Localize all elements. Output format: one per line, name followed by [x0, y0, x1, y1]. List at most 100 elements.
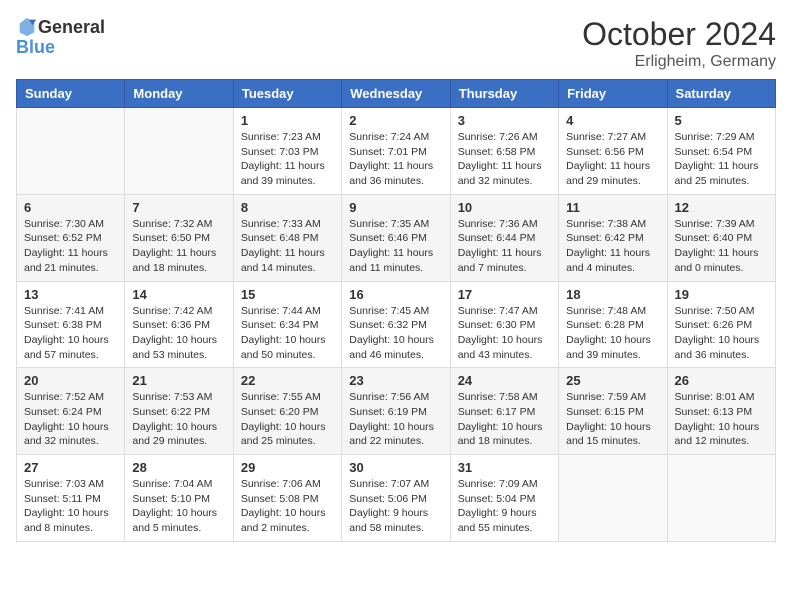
calendar-cell: 5 Sunrise: 7:29 AM Sunset: 6:54 PM Daylig… — [667, 108, 775, 195]
weekday-header-friday: Friday — [559, 80, 667, 108]
day-info: Sunrise: 7:55 AM Sunset: 6:20 PM Dayligh… — [241, 390, 334, 449]
weekday-header-monday: Monday — [125, 80, 233, 108]
day-number: 2 — [349, 113, 442, 128]
day-number: 20 — [24, 373, 117, 388]
location-title: Erligheim, Germany — [582, 53, 776, 71]
calendar-cell: 4 Sunrise: 7:27 AM Sunset: 6:56 PM Daylig… — [559, 108, 667, 195]
day-number: 15 — [241, 287, 334, 302]
day-number: 5 — [675, 113, 768, 128]
day-info: Sunrise: 7:04 AM Sunset: 5:10 PM Dayligh… — [132, 477, 225, 536]
day-info: Sunrise: 7:44 AM Sunset: 6:34 PM Dayligh… — [241, 304, 334, 363]
day-number: 1 — [241, 113, 334, 128]
weekday-header-saturday: Saturday — [667, 80, 775, 108]
calendar-week-5: 27 Sunrise: 7:03 AM Sunset: 5:11 PM Dayli… — [17, 455, 776, 542]
day-info: Sunrise: 7:42 AM Sunset: 6:36 PM Dayligh… — [132, 304, 225, 363]
day-info: Sunrise: 7:29 AM Sunset: 6:54 PM Dayligh… — [675, 130, 768, 189]
day-info: Sunrise: 7:41 AM Sunset: 6:38 PM Dayligh… — [24, 304, 117, 363]
day-number: 23 — [349, 373, 442, 388]
day-info: Sunrise: 7:58 AM Sunset: 6:17 PM Dayligh… — [458, 390, 551, 449]
day-number: 19 — [675, 287, 768, 302]
calendar-week-1: 1 Sunrise: 7:23 AM Sunset: 7:03 PM Daylig… — [17, 108, 776, 195]
calendar-cell: 12Sunrise: 7:39 AM Sunset: 6:40 PM Dayli… — [667, 194, 775, 281]
logo-blue-text: Blue — [16, 38, 55, 56]
day-info: Sunrise: 7:06 AM Sunset: 5:08 PM Dayligh… — [241, 477, 334, 536]
calendar-cell — [125, 108, 233, 195]
calendar-cell: 30Sunrise: 7:07 AM Sunset: 5:06 PM Dayli… — [342, 455, 450, 542]
day-number: 8 — [241, 200, 334, 215]
calendar-cell: 14 Sunrise: 7:42 AM Sunset: 6:36 PM Dayli… — [125, 281, 233, 368]
day-number: 13 — [24, 287, 117, 302]
day-number: 14 — [132, 287, 225, 302]
day-info: Sunrise: 7:59 AM Sunset: 6:15 PM Dayligh… — [566, 390, 659, 449]
calendar-cell: 23Sunrise: 7:56 AM Sunset: 6:19 PM Dayli… — [342, 368, 450, 455]
day-info: Sunrise: 7:32 AM Sunset: 6:50 PM Dayligh… — [132, 217, 225, 276]
day-number: 21 — [132, 373, 225, 388]
day-number: 22 — [241, 373, 334, 388]
page-header: General Blue October 2024 Erligheim, Ger… — [16, 16, 776, 71]
calendar-week-4: 20 Sunrise: 7:52 AM Sunset: 6:24 PM Dayli… — [17, 368, 776, 455]
calendar-cell: 15 Sunrise: 7:44 AM Sunset: 6:34 PM Dayli… — [233, 281, 341, 368]
calendar-cell: 19 Sunrise: 7:50 AM Sunset: 6:26 PM Dayli… — [667, 281, 775, 368]
calendar-week-2: 6Sunrise: 7:30 AM Sunset: 6:52 PM Daylig… — [17, 194, 776, 281]
day-info: Sunrise: 7:33 AM Sunset: 6:48 PM Dayligh… — [241, 217, 334, 276]
day-number: 29 — [241, 460, 334, 475]
calendar-cell: 11Sunrise: 7:38 AM Sunset: 6:42 PM Dayli… — [559, 194, 667, 281]
day-number: 25 — [566, 373, 659, 388]
logo-general-text: General — [38, 18, 105, 36]
day-info: Sunrise: 7:52 AM Sunset: 6:24 PM Dayligh… — [24, 390, 117, 449]
day-info: Sunrise: 7:23 AM Sunset: 7:03 PM Dayligh… — [241, 130, 334, 189]
day-number: 17 — [458, 287, 551, 302]
weekday-header-sunday: Sunday — [17, 80, 125, 108]
day-info: Sunrise: 7:03 AM Sunset: 5:11 PM Dayligh… — [24, 477, 117, 536]
day-info: Sunrise: 7:24 AM Sunset: 7:01 PM Dayligh… — [349, 130, 442, 189]
logo: General Blue — [16, 16, 105, 56]
day-number: 11 — [566, 200, 659, 215]
calendar-week-3: 13 Sunrise: 7:41 AM Sunset: 6:38 PM Dayli… — [17, 281, 776, 368]
weekday-header-row: SundayMondayTuesdayWednesdayThursdayFrid… — [17, 80, 776, 108]
day-info: Sunrise: 7:53 AM Sunset: 6:22 PM Dayligh… — [132, 390, 225, 449]
day-number: 28 — [132, 460, 225, 475]
weekday-header-tuesday: Tuesday — [233, 80, 341, 108]
day-info: Sunrise: 7:36 AM Sunset: 6:44 PM Dayligh… — [458, 217, 551, 276]
calendar-cell: 17 Sunrise: 7:47 AM Sunset: 6:30 PM Dayli… — [450, 281, 558, 368]
calendar-cell: 13 Sunrise: 7:41 AM Sunset: 6:38 PM Dayli… — [17, 281, 125, 368]
day-info: Sunrise: 7:45 AM Sunset: 6:32 PM Dayligh… — [349, 304, 442, 363]
day-info: Sunrise: 7:09 AM Sunset: 5:04 PM Dayligh… — [458, 477, 551, 536]
weekday-header-wednesday: Wednesday — [342, 80, 450, 108]
calendar-cell: 6Sunrise: 7:30 AM Sunset: 6:52 PM Daylig… — [17, 194, 125, 281]
day-info: Sunrise: 7:35 AM Sunset: 6:46 PM Dayligh… — [349, 217, 442, 276]
calendar-cell: 31Sunrise: 7:09 AM Sunset: 5:04 PM Dayli… — [450, 455, 558, 542]
calendar-cell: 20 Sunrise: 7:52 AM Sunset: 6:24 PM Dayli… — [17, 368, 125, 455]
day-number: 9 — [349, 200, 442, 215]
calendar-cell: 29 Sunrise: 7:06 AM Sunset: 5:08 PM Dayli… — [233, 455, 341, 542]
logo-icon — [16, 16, 38, 38]
calendar-cell: 8 Sunrise: 7:33 AM Sunset: 6:48 PM Daylig… — [233, 194, 341, 281]
calendar-cell: 24 Sunrise: 7:58 AM Sunset: 6:17 PM Dayli… — [450, 368, 558, 455]
day-number: 7 — [132, 200, 225, 215]
day-number: 26 — [675, 373, 768, 388]
day-info: Sunrise: 7:07 AM Sunset: 5:06 PM Dayligh… — [349, 477, 442, 536]
calendar-cell: 7 Sunrise: 7:32 AM Sunset: 6:50 PM Daylig… — [125, 194, 233, 281]
day-info: Sunrise: 7:48 AM Sunset: 6:28 PM Dayligh… — [566, 304, 659, 363]
day-number: 27 — [24, 460, 117, 475]
day-number: 4 — [566, 113, 659, 128]
calendar-cell: 1 Sunrise: 7:23 AM Sunset: 7:03 PM Daylig… — [233, 108, 341, 195]
title-area: October 2024 Erligheim, Germany — [582, 16, 776, 71]
calendar-cell: 16 Sunrise: 7:45 AM Sunset: 6:32 PM Dayli… — [342, 281, 450, 368]
day-number: 3 — [458, 113, 551, 128]
day-number: 24 — [458, 373, 551, 388]
calendar-cell — [667, 455, 775, 542]
calendar-cell — [17, 108, 125, 195]
weekday-header-thursday: Thursday — [450, 80, 558, 108]
day-number: 18 — [566, 287, 659, 302]
calendar-cell: 22 Sunrise: 7:55 AM Sunset: 6:20 PM Dayli… — [233, 368, 341, 455]
calendar-cell: 25 Sunrise: 7:59 AM Sunset: 6:15 PM Dayli… — [559, 368, 667, 455]
day-number: 16 — [349, 287, 442, 302]
calendar-cell: 3Sunrise: 7:26 AM Sunset: 6:58 PM Daylig… — [450, 108, 558, 195]
calendar-cell: 18 Sunrise: 7:48 AM Sunset: 6:28 PM Dayli… — [559, 281, 667, 368]
day-number: 6 — [24, 200, 117, 215]
day-info: Sunrise: 7:27 AM Sunset: 6:56 PM Dayligh… — [566, 130, 659, 189]
day-info: Sunrise: 7:47 AM Sunset: 6:30 PM Dayligh… — [458, 304, 551, 363]
day-number: 10 — [458, 200, 551, 215]
day-info: Sunrise: 7:50 AM Sunset: 6:26 PM Dayligh… — [675, 304, 768, 363]
